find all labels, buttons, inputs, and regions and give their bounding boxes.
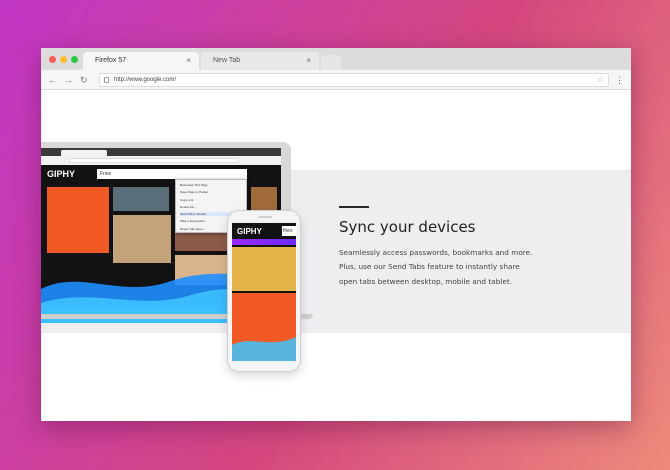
heading-accent-line [339, 206, 369, 208]
page-icon [104, 77, 109, 83]
phone-search-bar: fries [282, 226, 296, 236]
back-icon[interactable]: ← [48, 74, 57, 86]
reload-icon[interactable]: ↻ [80, 74, 88, 86]
menu-icon[interactable]: ⋮ [615, 74, 624, 86]
tab-label: Firefox 57 [95, 57, 127, 64]
context-menu-item: Save Page to Pocket [180, 190, 209, 194]
phone-illustration: GIPHY fries [227, 210, 301, 372]
browser-window: Firefox 57 × New Tab × ← → ↻ http://www.… [41, 48, 631, 421]
fries-gif-tile [47, 187, 109, 253]
url-text: http://www.google.com/ [114, 77, 177, 83]
toolbar: ← → ↻ http://www.google.com/ ☆ ⋮ [41, 70, 631, 90]
tab-firefox-57[interactable]: Firefox 57 × [83, 52, 199, 70]
gif-tile [113, 187, 169, 211]
context-menu-item: Email Link... [180, 205, 197, 209]
laptop-search-text: Fries [100, 171, 112, 177]
context-menu-item: Copy Link [180, 198, 194, 202]
tab-new-tab[interactable]: New Tab × [201, 52, 319, 70]
gif-tile [113, 215, 171, 263]
description-line: Seamlessly access passwords, bookmarks a… [339, 248, 533, 257]
phone-screen: GIPHY fries [232, 223, 296, 361]
laptop-search-bar: Fries [97, 169, 247, 179]
section-description: Seamlessly access passwords, bookmarks a… [339, 246, 539, 289]
close-tab-icon[interactable]: × [306, 52, 311, 70]
minimize-window-button[interactable] [60, 56, 67, 63]
close-window-button[interactable] [49, 56, 56, 63]
section-heading: Sync your devices [339, 218, 476, 236]
phone-speaker [258, 216, 272, 218]
description-line: Plus, use our Send Tabs feature to insta… [339, 262, 520, 272]
laptop-url-bar [41, 156, 281, 165]
maximize-window-button[interactable] [71, 56, 78, 63]
blue-wave-decoration [232, 337, 296, 361]
gif-tile [232, 247, 296, 291]
page-content: GIPHY Fries Bookmark This Page Save Page… [41, 90, 631, 421]
tab-strip: Firefox 57 × New Tab × [41, 48, 631, 70]
context-menu-item: Bookmark This Page [180, 183, 208, 187]
new-tab-button[interactable] [321, 55, 341, 70]
phone-gradient-bar [232, 239, 296, 245]
forward-icon[interactable]: → [64, 74, 73, 86]
laptop-tab-bar [41, 148, 281, 156]
address-bar[interactable]: http://www.google.com/ ☆ [99, 73, 609, 87]
close-tab-icon[interactable]: × [186, 52, 191, 70]
description-line: open tabs between desktop, mobile and ta… [339, 276, 513, 286]
giphy-logo: GIPHY [237, 227, 262, 236]
bookmark-star-icon[interactable]: ☆ [597, 74, 604, 86]
giphy-logo: GIPHY [47, 169, 76, 179]
tab-label: New Tab [213, 57, 241, 64]
